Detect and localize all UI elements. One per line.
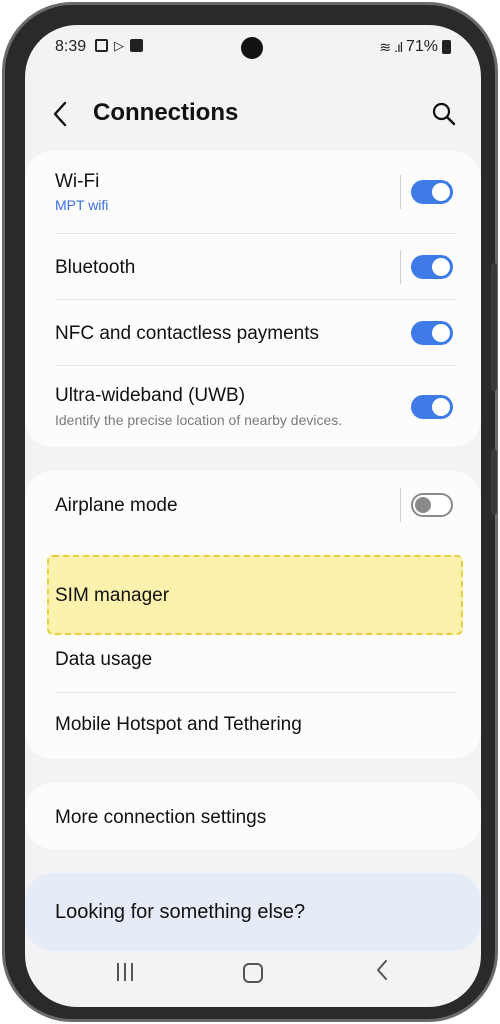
power-button	[491, 449, 497, 515]
airplane-row[interactable]: Airplane mode	[25, 471, 481, 539]
wifi-signal-icon: ≋	[379, 38, 391, 55]
battery-percent: 71%	[405, 38, 438, 55]
notification-icons: ▷	[95, 39, 143, 52]
connections-card-3: More connection settings	[25, 783, 481, 849]
nfc-toggle[interactable]	[411, 321, 453, 345]
chevron-left-icon	[53, 101, 67, 127]
connections-card-1: Wi-Fi MPT wifi Bluetooth NFC and contact…	[25, 151, 481, 447]
toggle-knob	[432, 324, 450, 342]
hotspot-row[interactable]: Mobile Hotspot and Tethering	[25, 693, 481, 759]
bluetooth-row[interactable]: Bluetooth	[25, 234, 481, 300]
search-button[interactable]	[431, 101, 459, 129]
recents-icon	[124, 963, 126, 981]
status-indicators: ≋ .ıl 71%	[379, 38, 451, 56]
search-icon	[432, 102, 456, 126]
battery-icon	[442, 40, 451, 54]
hotspot-label: Mobile Hotspot and Tethering	[55, 714, 302, 735]
status-bar: 8:39 ▷ ≋ .ıl 71%	[25, 25, 481, 69]
more-settings-label: More connection settings	[55, 807, 267, 828]
nav-back-icon	[377, 960, 387, 980]
cell-signal-icon: .ıl	[394, 39, 403, 55]
recents-icon	[131, 963, 133, 981]
row-separator	[400, 250, 401, 284]
toggle-knob	[432, 258, 450, 276]
recents-button[interactable]	[117, 963, 133, 981]
volume-button	[491, 263, 497, 391]
nfc-row[interactable]: NFC and contactless payments	[25, 300, 481, 366]
home-button[interactable]	[243, 963, 263, 983]
row-separator	[400, 175, 401, 209]
row-separator	[400, 488, 401, 522]
check-icon	[130, 39, 143, 52]
back-button[interactable]	[51, 95, 81, 133]
data-usage-row[interactable]: Data usage	[25, 629, 481, 693]
recents-icon	[117, 963, 119, 981]
phone-frame: 8:39 ▷ ≋ .ıl 71% Connections Wi-Fi MPT w…	[2, 2, 498, 1022]
looking-for-something-else[interactable]: Looking for something else?	[25, 873, 481, 951]
sim-manager-text[interactable]: SIM manager	[55, 585, 169, 607]
app-header: Connections	[25, 95, 481, 135]
data-usage-label: Data usage	[55, 649, 153, 670]
toggle-knob	[415, 497, 431, 513]
screen: 8:39 ▷ ≋ .ıl 71% Connections Wi-Fi MPT w…	[25, 25, 481, 1007]
uwb-row[interactable]: Ultra-wideband (UWB) Identify the precis…	[25, 366, 481, 447]
uwb-toggle[interactable]	[411, 395, 453, 419]
page-title: Connections	[93, 99, 239, 126]
airplane-toggle[interactable]	[411, 493, 453, 517]
toggle-knob	[432, 398, 450, 416]
play-store-icon: ▷	[114, 38, 124, 53]
navigation-bar	[25, 951, 481, 1007]
wifi-toggle[interactable]	[411, 180, 453, 204]
nav-back-button[interactable]	[375, 959, 389, 988]
gallery-icon	[95, 39, 108, 52]
toggle-knob	[432, 183, 450, 201]
wifi-row[interactable]: Wi-Fi MPT wifi	[25, 151, 481, 234]
bluetooth-toggle[interactable]	[411, 255, 453, 279]
more-settings-row[interactable]: More connection settings	[25, 783, 481, 849]
front-camera	[241, 37, 263, 59]
status-time: 8:39	[55, 38, 87, 55]
